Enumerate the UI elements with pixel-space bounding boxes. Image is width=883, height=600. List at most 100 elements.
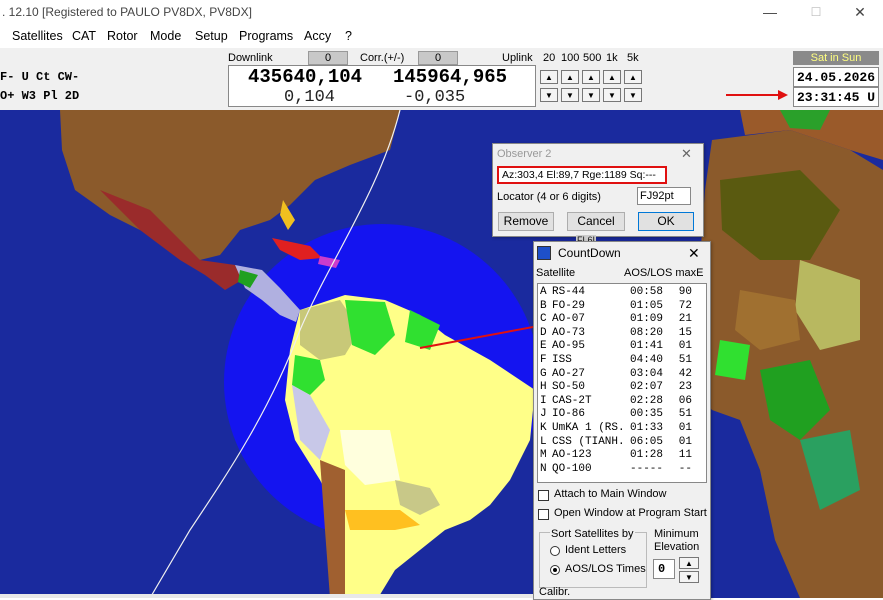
satellite-row[interactable]: D AO-73 08:20 15 [538, 327, 706, 341]
satellite-maxel: 15 [678, 326, 692, 339]
corr-offset[interactable]: 0 [418, 51, 458, 65]
satellite-name: CAS-2T [552, 394, 592, 407]
satellite-row[interactable]: M AO-123 01:28 11 [538, 449, 706, 463]
satellite-name: SO-50 [552, 381, 586, 394]
menu-rotor[interactable]: Rotor [107, 29, 138, 43]
attach-checkbox[interactable] [538, 490, 549, 501]
open-at-start-checkbox[interactable] [538, 509, 549, 520]
satellite-row[interactable]: E AO-95 01:41 01 [538, 340, 706, 354]
satellite-row[interactable]: B FO-29 01:05 72 [538, 300, 706, 314]
step-20-up-button[interactable]: ▲ [540, 70, 558, 84]
satellite-maxel: 11 [678, 449, 692, 462]
satellite-row[interactable]: L CSS (TIANH. 06:05 01 [538, 436, 706, 450]
satellite-row[interactable]: K UmKA 1 (RS. 01:33 01 [538, 422, 706, 436]
corr-label: Corr.(+/-) [360, 52, 405, 64]
satellite-maxel: 21 [678, 313, 692, 326]
step-100: 100 [561, 52, 580, 64]
satellite-aoslos: 00:35 [630, 408, 664, 421]
time-display: 23:31:45 U [793, 87, 879, 107]
menu-setup[interactable]: Setup [195, 29, 228, 43]
min-elevation-down-button[interactable]: ▼ [679, 571, 699, 583]
step-20-down-button[interactable]: ▼ [540, 88, 558, 102]
satellite-name: UmKA 1 (RS. [552, 421, 625, 434]
satellite-row[interactable]: N QO-100 ----- -- [538, 463, 706, 477]
title-bar: . 12.10 [Registered to PAULO PV8DX, PV8D… [0, 0, 883, 26]
uplink-frequency[interactable]: 145964,965 [393, 66, 507, 88]
countdown-close-icon[interactable]: ✕ [688, 245, 700, 262]
remove-button[interactable]: Remove [498, 212, 554, 231]
close-button[interactable]: ✕ [838, 0, 882, 26]
satellite-row[interactable]: F ISS 04:40 51 [538, 354, 706, 368]
step-1k-down-button[interactable]: ▼ [603, 88, 621, 102]
menu-cat[interactable]: CAT [72, 29, 96, 43]
sort-times-radio[interactable] [550, 565, 560, 575]
step-5k-up-button[interactable]: ▲ [624, 70, 642, 84]
uplink-doppler: -0,035 [404, 88, 466, 107]
menu-mode[interactable]: Mode [150, 29, 181, 43]
satellite-aoslos: 01:41 [630, 340, 664, 353]
min-elevation-input[interactable]: 0 [653, 559, 675, 579]
satellite-row[interactable]: A RS-44 00:58 90 [538, 286, 706, 300]
downlink-label: Downlink [228, 52, 273, 64]
satellite-list[interactable]: A RS-44 00:58 90 B FO-29 01:05 72 C AO-07 01:09 21 D… [537, 283, 707, 483]
countdown-app-icon [537, 246, 551, 260]
min-elevation-label-1: Minimum [654, 528, 699, 540]
countdown-title: CountDown [558, 246, 621, 260]
step-100-down-button[interactable]: ▼ [561, 88, 579, 102]
satellite-name: IO-86 [552, 408, 586, 421]
window-title: . 12.10 [Registered to PAULO PV8DX, PV8D… [2, 5, 252, 19]
mode-flags-line2[interactable]: O+ W3 Pl 2D [0, 89, 79, 103]
satellite-row[interactable]: G AO-27 03:04 42 [538, 368, 706, 382]
col-satellite-header: Satellite [536, 267, 576, 279]
menu-satellites[interactable]: Satellites [12, 29, 63, 43]
satellite-maxel: 01 [678, 421, 692, 434]
satellite-letter: L [540, 435, 547, 448]
downlink-offset[interactable]: 0 [308, 51, 348, 65]
status-bar [0, 594, 533, 598]
satellite-name: ISS [552, 353, 572, 366]
sort-ident-radio[interactable] [550, 546, 560, 556]
satellite-letter: B [540, 299, 547, 312]
satellite-row[interactable]: J IO-86 00:35 51 [538, 408, 706, 422]
satellite-letter: I [540, 394, 547, 407]
observer-close-icon[interactable]: ✕ [681, 146, 692, 162]
time-annotation-arrow [726, 90, 788, 100]
satellite-aoslos: 01:09 [630, 313, 664, 326]
mode-flags-line1[interactable]: F- U Ct CW- [0, 70, 79, 84]
maximize-button[interactable]: ☐ [794, 0, 838, 26]
satellite-maxel: 51 [678, 353, 692, 366]
satellite-maxel: -- [678, 462, 692, 475]
step-500-down-button[interactable]: ▼ [582, 88, 600, 102]
menu-accy[interactable]: Accy [304, 29, 331, 43]
satellite-maxel: 90 [678, 286, 692, 298]
step-5k-down-button[interactable]: ▼ [624, 88, 642, 102]
locator-input[interactable]: FJ92pt [637, 187, 691, 205]
minimize-button[interactable]: — [748, 0, 792, 26]
satellite-maxel: 72 [678, 299, 692, 312]
satellite-row[interactable]: H SO-50 02:07 23 [538, 381, 706, 395]
observer-dialog-title: Observer 2 [497, 148, 552, 160]
calibration-label: Calibr. [539, 586, 571, 598]
world-map[interactable] [0, 110, 883, 598]
satellite-aoslos: 00:58 [630, 286, 664, 298]
cancel-button[interactable]: Cancel [567, 212, 625, 231]
step-100-up-button[interactable]: ▲ [561, 70, 579, 84]
satellite-letter: G [540, 367, 547, 380]
satellite-aoslos: 02:28 [630, 394, 664, 407]
satellite-aoslos: 02:07 [630, 381, 664, 394]
min-elevation-up-button[interactable]: ▲ [679, 557, 699, 569]
satellite-row[interactable]: I CAS-2T 02:28 06 [538, 395, 706, 409]
menu-help[interactable]: ? [345, 29, 352, 43]
min-elevation-label-2: Elevation [654, 541, 700, 553]
satellite-letter: F [540, 353, 547, 366]
ok-button[interactable]: OK [638, 212, 694, 231]
satellite-name: QO-100 [552, 462, 592, 475]
downlink-frequency[interactable]: 435640,104 [248, 66, 362, 88]
satellite-row[interactable]: C AO-07 01:09 21 [538, 313, 706, 327]
step-1k-up-button[interactable]: ▲ [603, 70, 621, 84]
satellite-aoslos: 08:20 [630, 326, 664, 339]
step-500-up-button[interactable]: ▲ [582, 70, 600, 84]
satellite-aoslos: 04:40 [630, 353, 664, 366]
menu-programs[interactable]: Programs [239, 29, 293, 43]
satellite-aoslos: 01:28 [630, 449, 664, 462]
